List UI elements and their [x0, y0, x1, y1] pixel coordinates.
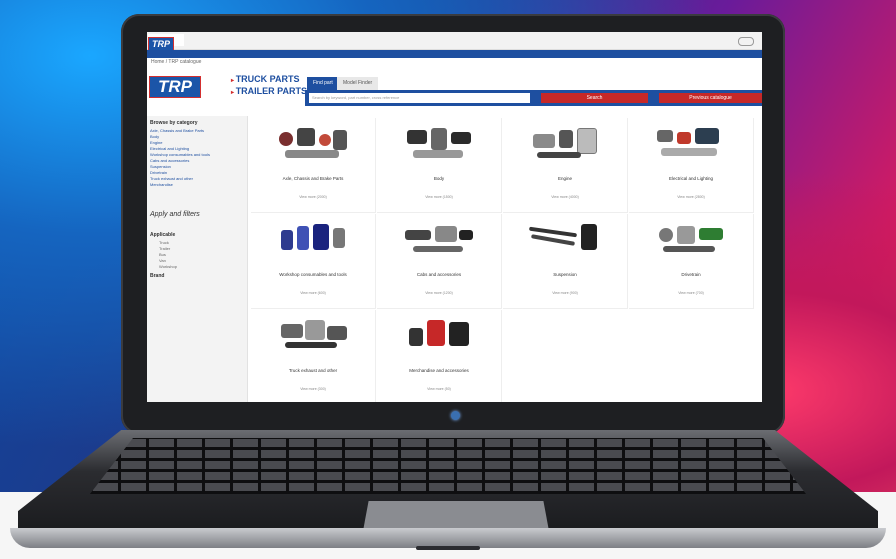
- sidebar-item[interactable]: Electrical and Lighting: [150, 146, 247, 151]
- category-title: Suspension: [553, 272, 577, 277]
- category-title: Merchandise and accessories: [409, 368, 469, 373]
- category-card[interactable]: Axle, Chassis and Brake Parts View more …: [251, 118, 376, 213]
- webcam-icon: [451, 411, 460, 420]
- sidebar-item[interactable]: Suspension: [150, 164, 247, 169]
- product-image: [401, 124, 477, 166]
- sidebar-item[interactable]: Body: [150, 134, 247, 139]
- view-more-link[interactable]: View more (700): [631, 291, 751, 295]
- breadcrumb[interactable]: Home / TRP catalogue: [151, 59, 201, 65]
- search-button[interactable]: Search: [541, 93, 648, 103]
- category-card[interactable]: Truck exhaust and other View more (300): [251, 310, 376, 402]
- touchpad: [363, 501, 549, 531]
- sidebar-item[interactable]: Truck exhaust and other: [150, 176, 247, 181]
- category-card[interactable]: Body View more (1500): [377, 118, 502, 213]
- view-more-link[interactable]: View more (50): [379, 387, 499, 391]
- category-title: Engine: [557, 176, 572, 181]
- category-card[interactable]: Cabs and accessories View more (1200): [377, 214, 502, 309]
- previous-catalogue-button[interactable]: Previous catalogue: [659, 93, 762, 103]
- category-card[interactable]: Drivetrain View more (700): [629, 214, 754, 309]
- laptop-notch: [416, 546, 480, 550]
- brand-filter-title[interactable]: Brand: [150, 273, 247, 279]
- tab-model-finder[interactable]: Model Finder: [337, 77, 379, 90]
- category-card[interactable]: Electrical and Lighting View more (2800): [629, 118, 754, 213]
- filter-item[interactable]: Workshop: [159, 264, 247, 269]
- sidebar-item[interactable]: Engine: [150, 140, 247, 145]
- view-more-link[interactable]: View more (4000): [505, 195, 625, 199]
- product-image: [275, 316, 351, 358]
- apply-filters-label[interactable]: Apply and filters: [150, 211, 247, 218]
- view-more-link[interactable]: View more (2800): [631, 195, 751, 199]
- filter-item[interactable]: Truck: [159, 240, 247, 245]
- product-image: [653, 124, 729, 166]
- brand-tagline: TRUCK PARTS TRAILER PARTS: [231, 74, 307, 98]
- sidebar-item[interactable]: Drivetrain: [150, 170, 247, 175]
- filter-item[interactable]: Van: [159, 258, 247, 263]
- category-title: Cabs and accessories: [416, 272, 462, 277]
- view-more-link[interactable]: View more (300): [253, 387, 373, 391]
- category-card[interactable]: Suspension View more (900): [503, 214, 628, 309]
- category-title: Electrical and Lighting: [668, 176, 714, 181]
- category-title: Workshop consumables and tools: [279, 272, 347, 277]
- product-image: [527, 220, 603, 262]
- product-image: [401, 316, 477, 358]
- product-image: [401, 220, 477, 262]
- view-more-link[interactable]: View more (900): [505, 291, 625, 295]
- site-logo[interactable]: TRP: [149, 76, 201, 98]
- product-image: [527, 124, 603, 166]
- product-image: [653, 220, 729, 262]
- category-card[interactable]: Workshop consumables and tools View more…: [251, 214, 376, 309]
- laptop-front-edge: [10, 528, 886, 548]
- view-more-link[interactable]: View more (600): [253, 291, 373, 295]
- view-more-link[interactable]: View more (2000): [253, 195, 373, 199]
- sidebar-item[interactable]: Axle, Chassis and Brake Parts: [150, 128, 247, 133]
- filter-item[interactable]: Trailer: [159, 246, 247, 251]
- sidebar: Browse by category Axle, Chassis and Bra…: [147, 116, 248, 402]
- brand-line: TRAILER PARTS: [231, 86, 307, 96]
- sidebar-title: Browse by category: [150, 120, 198, 126]
- category-title: Truck exhaust and other: [288, 368, 338, 373]
- category-card[interactable]: Engine View more (4000): [503, 118, 628, 213]
- keyboard: [90, 438, 806, 494]
- product-image: [275, 220, 351, 262]
- product-image: [275, 124, 351, 166]
- sidebar-item[interactable]: Cabs and accessories: [150, 158, 247, 163]
- category-card[interactable]: Merchandise and accessories View more (5…: [377, 310, 502, 402]
- tab-favicon: TRP: [148, 34, 184, 51]
- category-title: Body: [433, 176, 445, 181]
- filter-title[interactable]: Applicable: [150, 232, 247, 238]
- search-input[interactable]: Search by keyword, part number, cross re…: [309, 93, 530, 103]
- laptop-screen: TRP Home / TRP catalogue TRP TRUCK PARTS…: [147, 32, 762, 402]
- category-title: Axle, Chassis and Brake Parts: [282, 176, 344, 181]
- sidebar-item[interactable]: Merchandise: [150, 182, 247, 187]
- browser-toolbar: TRP: [147, 32, 762, 51]
- view-more-link[interactable]: View more (1500): [379, 195, 499, 199]
- category-title: Drivetrain: [681, 272, 701, 277]
- view-more-link[interactable]: View more (1200): [379, 291, 499, 295]
- sidebar-item[interactable]: Workshop consumables and tools: [150, 152, 247, 157]
- brand-line: TRUCK PARTS: [231, 74, 300, 84]
- user-icon[interactable]: [738, 37, 754, 46]
- tab-find-part[interactable]: Find part: [307, 77, 339, 90]
- top-nav-bar: [147, 50, 762, 58]
- filter-item[interactable]: Bus: [159, 252, 247, 257]
